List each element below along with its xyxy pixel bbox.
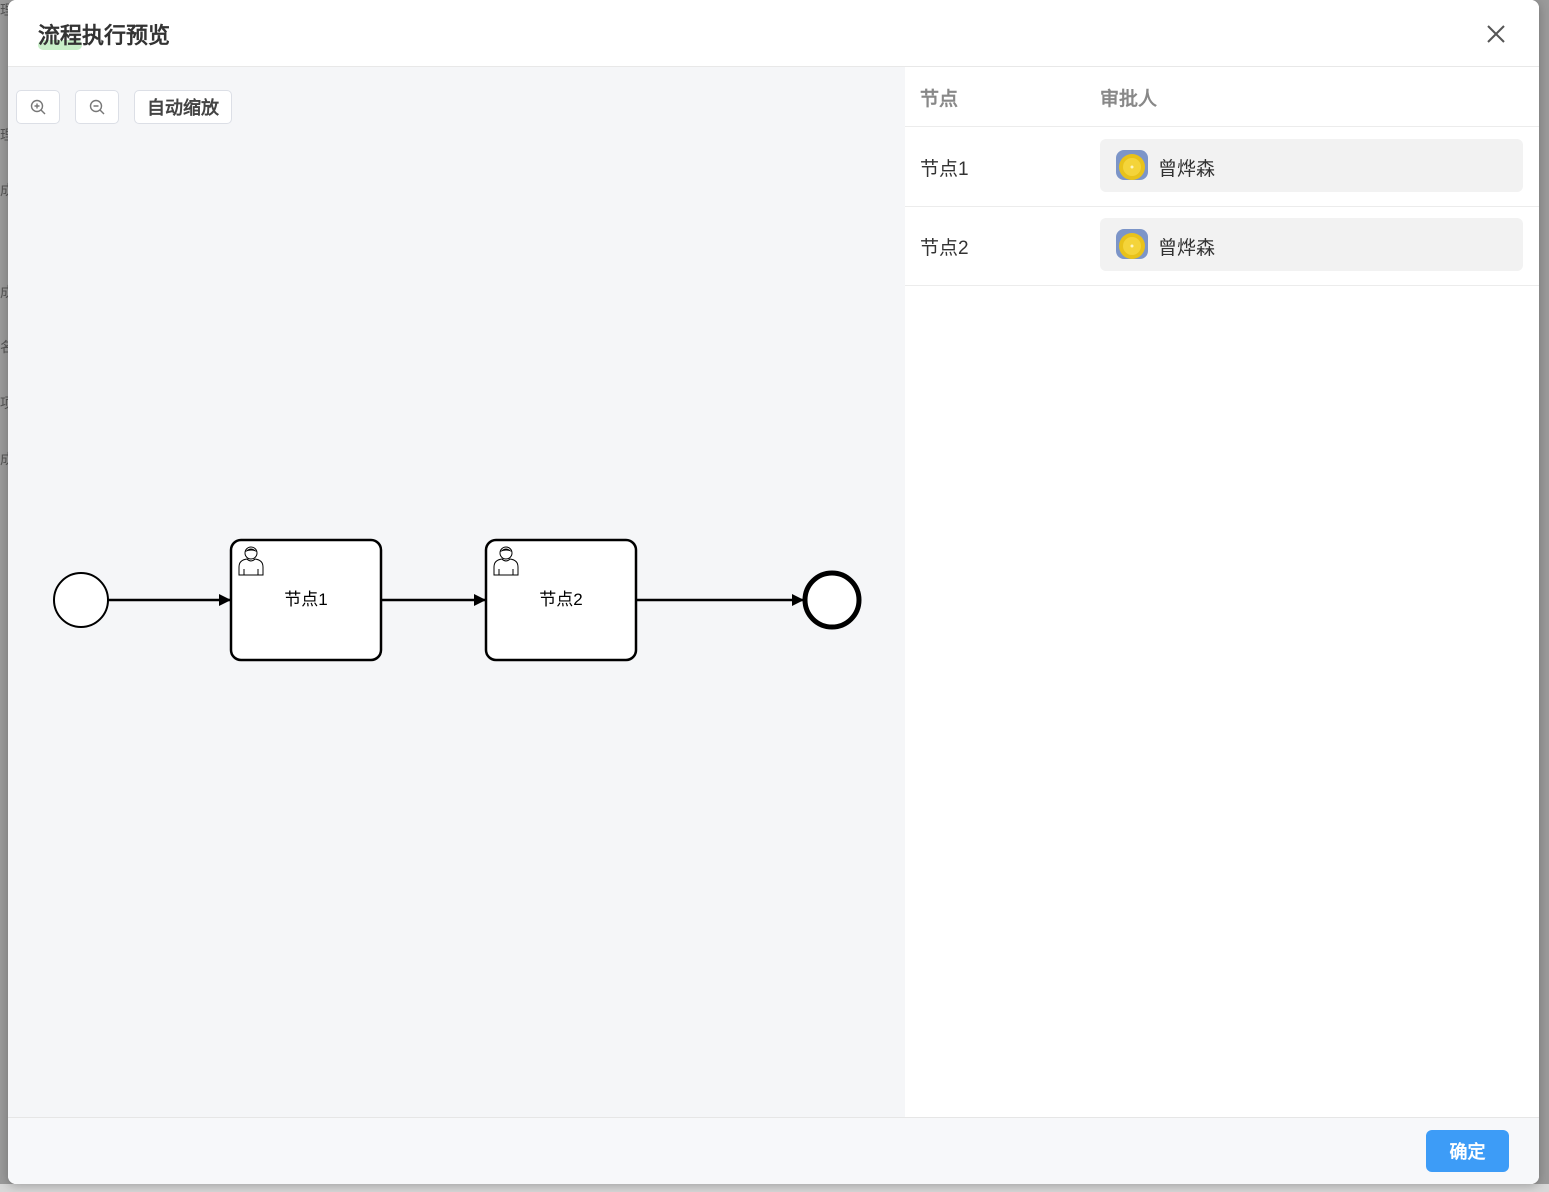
start-event[interactable] <box>53 572 109 628</box>
approver-name: 曾烨森 <box>1158 238 1216 259</box>
background-page-edge: 理 理 成 成 名 项 成 <box>0 2 14 467</box>
approver-panel: 节点 审批人 节点1 曾烨森 节点2 曾烨森 <box>905 67 1539 1117</box>
zoom-in-button[interactable] <box>16 90 60 124</box>
approver-chip[interactable]: 曾烨森 <box>1100 218 1523 271</box>
dialog-footer: 确定 <box>8 1117 1539 1184</box>
task-node-1-label: 节点1 <box>284 590 327 609</box>
auto-zoom-button[interactable]: 自动缩放 <box>134 90 232 124</box>
task-node-1[interactable]: 节点1 <box>229 538 383 662</box>
zoom-out-icon <box>89 99 105 115</box>
background-table-edge <box>0 1184 1549 1192</box>
task-node-2[interactable]: 节点2 <box>484 538 638 662</box>
zoom-out-button[interactable] <box>75 90 119 124</box>
dialog-title: 流程执行预览 <box>38 23 171 48</box>
close-icon <box>1487 25 1505 43</box>
avatar <box>1116 150 1148 180</box>
diagram-canvas[interactable]: 节点1 节点2 自动缩放 <box>8 67 905 1117</box>
task-node-2-label: 节点2 <box>539 590 582 609</box>
column-header-node: 节点 <box>920 89 959 110</box>
end-event[interactable] <box>802 570 862 630</box>
dialog-header: 流程执行预览 <box>8 0 1539 67</box>
approver-name: 曾烨森 <box>1158 159 1216 180</box>
bpmn-diagram: 节点1 节点2 <box>53 538 862 662</box>
row-node-name: 节点2 <box>920 238 969 259</box>
table-row: 节点1 曾烨森 <box>905 127 1539 207</box>
table-row: 节点2 曾烨森 <box>905 206 1539 286</box>
background-page-edge-right <box>1540 0 1549 1192</box>
column-header-approver: 审批人 <box>1100 89 1158 110</box>
avatar <box>1116 229 1148 259</box>
approver-chip[interactable]: 曾烨森 <box>1100 139 1523 192</box>
flow-preview-dialog: 流程执行预览 节点1 节点2 自动缩放 节点 审批人 节点1 曾烨森 节点2 曾… <box>8 0 1539 1184</box>
close-button[interactable] <box>1482 20 1510 48</box>
zoom-in-icon <box>30 99 46 115</box>
row-node-name: 节点1 <box>920 159 969 180</box>
confirm-button[interactable]: 确定 <box>1426 1130 1509 1172</box>
